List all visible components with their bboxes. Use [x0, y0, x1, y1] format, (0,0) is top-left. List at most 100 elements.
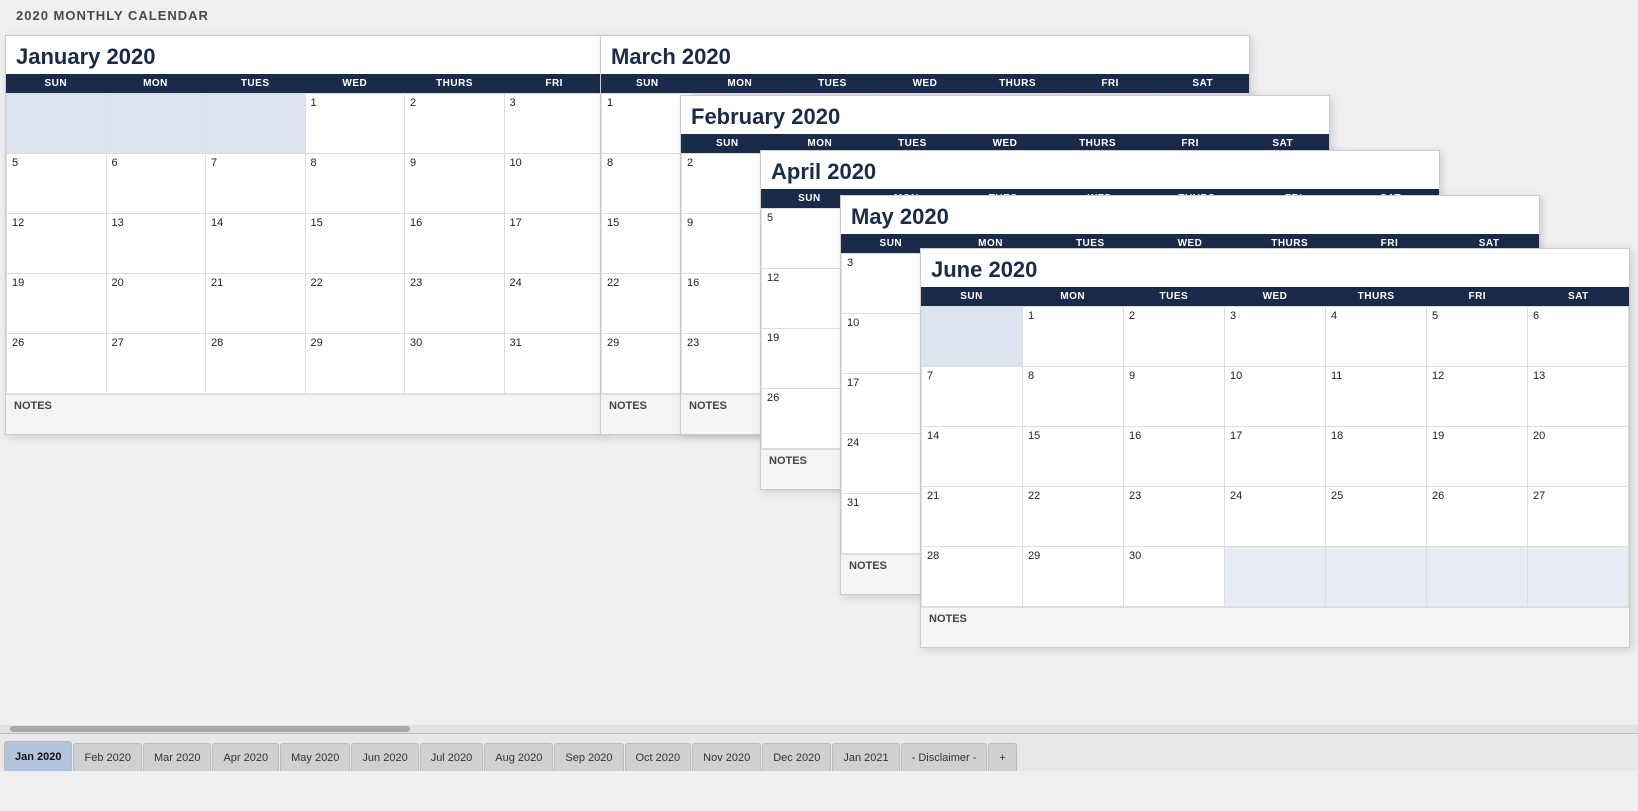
tab-dec-2020[interactable]: Dec 2020 — [762, 743, 831, 771]
jan-hdr-mon: MON — [106, 74, 206, 93]
jan-hdr-fri: FRI — [504, 74, 604, 93]
jun-cell: 3 — [1225, 307, 1326, 367]
jun-cell: 7 — [922, 367, 1023, 427]
jan-hdr-thurs: THURS — [405, 74, 505, 93]
jun-cell: 1 — [1023, 307, 1124, 367]
jun-cell: 5 — [1427, 307, 1528, 367]
tab-may-2020[interactable]: May 2020 — [280, 743, 350, 771]
jan-cell: 15 — [306, 214, 406, 274]
jan-title: January 2020 — [6, 36, 604, 74]
jun-cell: 26 — [1427, 487, 1528, 547]
main-area: 2020 MONTHLY CALENDAR January 2020 SUN M… — [0, 0, 1638, 771]
jun-grid: 1 2 3 4 5 6 7 8 9 10 11 12 13 14 15 16 1… — [921, 306, 1629, 607]
jun-cell: 27 — [1528, 487, 1629, 547]
tab-bar: Jan 2020 Feb 2020 Mar 2020 Apr 2020 May … — [0, 733, 1638, 771]
jan-cell: 3 — [505, 94, 605, 154]
tab-jun-2020[interactable]: Jun 2020 — [351, 743, 418, 771]
jan-cell — [206, 94, 306, 154]
jun-cell: 24 — [1225, 487, 1326, 547]
jun-cell: 30 — [1124, 547, 1225, 607]
jun-cell: 17 — [1225, 427, 1326, 487]
apr-title: April 2020 — [761, 151, 1439, 189]
jun-cell: 14 — [922, 427, 1023, 487]
jan-cell: 17 — [505, 214, 605, 274]
mar-title: March 2020 — [601, 36, 1249, 74]
jan-cell: 19 — [7, 274, 107, 334]
jan-cell: 20 — [107, 274, 207, 334]
jan-cell: 12 — [7, 214, 107, 274]
tab-oct-2020[interactable]: Oct 2020 — [625, 743, 692, 771]
jan-cell: 22 — [306, 274, 406, 334]
jun-cell: 19 — [1427, 427, 1528, 487]
january-calendar: January 2020 SUN MON TUES WED THURS FRI … — [5, 35, 605, 435]
jan-cell: 2 — [405, 94, 505, 154]
jan-cell: 21 — [206, 274, 306, 334]
jun-cell: 25 — [1326, 487, 1427, 547]
page-title: 2020 MONTHLY CALENDAR — [16, 8, 209, 23]
jan-cell: 6 — [107, 154, 207, 214]
tab-feb-2020[interactable]: Feb 2020 — [73, 743, 141, 771]
tab-mar-2020[interactable]: Mar 2020 — [143, 743, 211, 771]
tab-nov-2020[interactable]: Nov 2020 — [692, 743, 761, 771]
jun-cell: 9 — [1124, 367, 1225, 427]
jun-cell: 11 — [1326, 367, 1427, 427]
jan-header: SUN MON TUES WED THURS FRI — [6, 74, 604, 93]
jan-cell: 8 — [306, 154, 406, 214]
jan-cell: 29 — [306, 334, 406, 394]
jun-cell: 2 — [1124, 307, 1225, 367]
jan-grid: 1 2 3 5 6 7 8 9 10 12 13 14 15 16 17 19 … — [6, 93, 604, 394]
jun-cell: 22 — [1023, 487, 1124, 547]
tab-aug-2020[interactable]: Aug 2020 — [484, 743, 553, 771]
jun-cell — [1427, 547, 1528, 607]
jun-notes: NOTES — [921, 607, 1629, 647]
tab-sep-2020[interactable]: Sep 2020 — [554, 743, 623, 771]
jun-title: June 2020 — [921, 249, 1629, 287]
jun-cell: 23 — [1124, 487, 1225, 547]
jun-cell: 20 — [1528, 427, 1629, 487]
jan-cell: 13 — [107, 214, 207, 274]
jun-cell: 6 — [1528, 307, 1629, 367]
jan-cell: 7 — [206, 154, 306, 214]
scrollbar-thumb[interactable] — [10, 726, 410, 732]
horizontal-scrollbar[interactable] — [0, 725, 1638, 733]
jun-cell: 28 — [922, 547, 1023, 607]
tab-add[interactable]: + — [988, 743, 1016, 771]
jun-cell — [1528, 547, 1629, 607]
jun-cell — [1326, 547, 1427, 607]
tab-apr-2020[interactable]: Apr 2020 — [212, 743, 279, 771]
jan-cell: 1 — [306, 94, 406, 154]
jun-cell: 13 — [1528, 367, 1629, 427]
jun-cell — [922, 307, 1023, 367]
tab-disclaimer[interactable]: - Disclaimer - — [901, 743, 988, 771]
june-calendar: June 2020 SUN MON TUES WED THURS FRI SAT… — [920, 248, 1630, 648]
jun-cell: 21 — [922, 487, 1023, 547]
mar-header: SUN MON TUES WED THURS FRI SAT — [601, 74, 1249, 93]
jun-cell — [1225, 547, 1326, 607]
jan-notes: NOTES — [6, 394, 604, 434]
jan-hdr-sun: SUN — [6, 74, 106, 93]
jan-cell: 24 — [505, 274, 605, 334]
jan-cell: 16 — [405, 214, 505, 274]
tab-jan-2020[interactable]: Jan 2020 — [4, 741, 72, 771]
jan-cell: 23 — [405, 274, 505, 334]
jun-cell: 8 — [1023, 367, 1124, 427]
tab-jul-2020[interactable]: Jul 2020 — [420, 743, 484, 771]
jan-cell: 9 — [405, 154, 505, 214]
jan-cell — [107, 94, 207, 154]
jun-header: SUN MON TUES WED THURS FRI SAT — [921, 287, 1629, 306]
jun-cell: 12 — [1427, 367, 1528, 427]
jan-hdr-tues: TUES — [205, 74, 305, 93]
jan-cell: 26 — [7, 334, 107, 394]
tab-jan-2021[interactable]: Jan 2021 — [832, 743, 899, 771]
jan-cell: 14 — [206, 214, 306, 274]
jun-cell: 15 — [1023, 427, 1124, 487]
feb-title: February 2020 — [681, 96, 1329, 134]
jun-cell: 16 — [1124, 427, 1225, 487]
jan-cell: 30 — [405, 334, 505, 394]
jan-cell: 5 — [7, 154, 107, 214]
may-title: May 2020 — [841, 196, 1539, 234]
jun-cell: 10 — [1225, 367, 1326, 427]
jan-cell: 10 — [505, 154, 605, 214]
jan-cell — [7, 94, 107, 154]
jun-cell: 18 — [1326, 427, 1427, 487]
